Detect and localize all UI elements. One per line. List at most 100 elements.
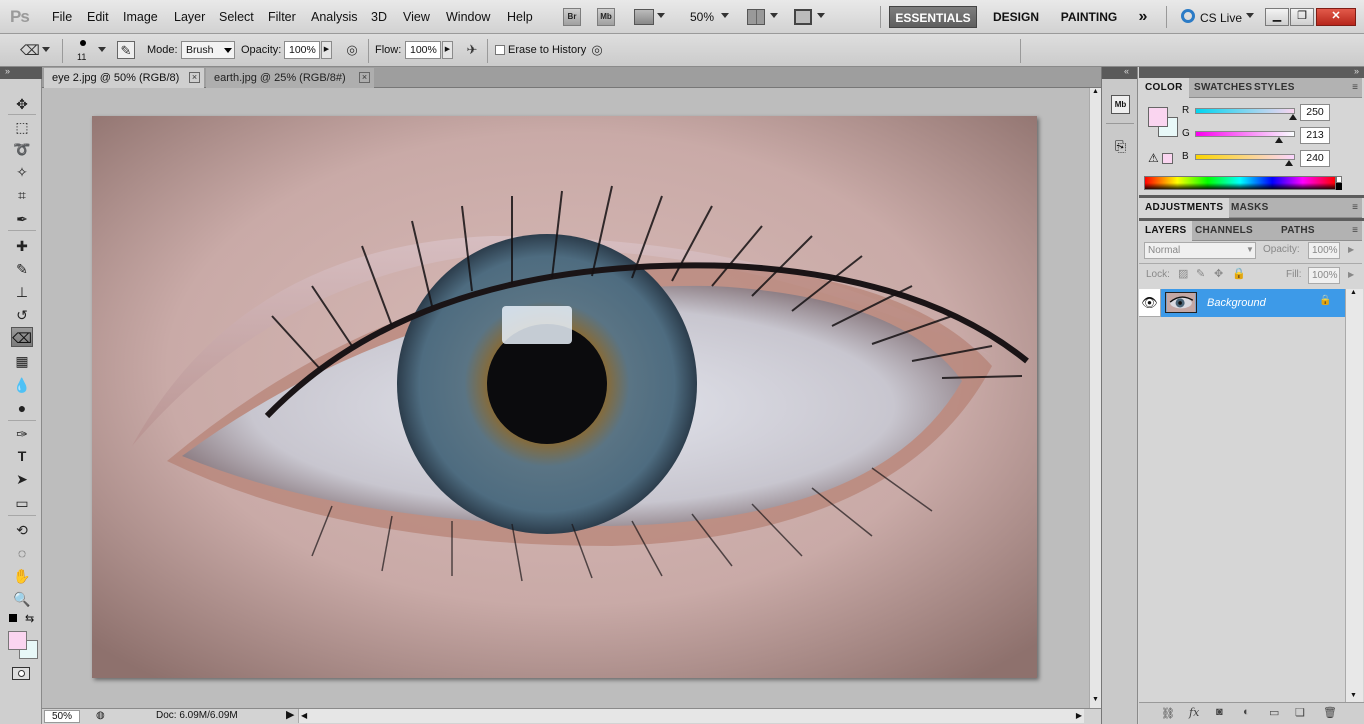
expand-panels-icon[interactable]: « xyxy=(1124,66,1129,76)
menu-layer[interactable]: Layer xyxy=(174,10,205,24)
workspace-painting-button[interactable]: PAINTING xyxy=(1054,6,1124,28)
foreground-color-swatch[interactable] xyxy=(8,631,27,650)
layer-name[interactable]: Background xyxy=(1207,297,1266,309)
menu-filter[interactable]: Filter xyxy=(268,10,296,24)
scroll-right-icon[interactable]: ▶ xyxy=(1076,709,1082,723)
channel-r-knob[interactable] xyxy=(1289,114,1297,120)
blend-mode-dropdown[interactable]: Normal xyxy=(1144,242,1256,259)
gradient-tool-icon[interactable]: ▦ xyxy=(11,351,33,371)
tab-paths[interactable]: PATHS xyxy=(1275,221,1321,241)
workspace-essentials-button[interactable]: ESSENTIALS xyxy=(889,6,977,28)
more-workspaces-icon[interactable]: » xyxy=(1132,6,1154,28)
collapse-icon[interactable]: » xyxy=(5,66,10,76)
close-icon[interactable]: × xyxy=(189,72,200,83)
move-tool-icon[interactable]: ✥ xyxy=(11,94,33,114)
chevron-down-icon[interactable] xyxy=(42,47,50,52)
dock-header[interactable]: « xyxy=(1102,67,1138,79)
workspace-design-button[interactable]: DESIGN xyxy=(984,6,1048,28)
airbrush-icon[interactable]: ✈ xyxy=(463,41,481,59)
flow-input[interactable]: 100% xyxy=(405,41,441,59)
horizontal-scrollbar[interactable]: ◀ ▶ xyxy=(298,709,1084,723)
brush-tool-icon[interactable]: ✎ xyxy=(11,259,33,279)
blur-tool-icon[interactable]: 💧 xyxy=(11,375,33,395)
panel-menu-icon[interactable]: ≡ xyxy=(1352,82,1358,93)
collapse-icon[interactable]: » xyxy=(1354,66,1359,76)
layer-style-icon[interactable]: fx xyxy=(1189,706,1199,719)
scroll-up-icon[interactable]: ▲ xyxy=(1350,289,1357,296)
menu-select[interactable]: Select xyxy=(219,10,254,24)
channel-b-knob[interactable] xyxy=(1285,160,1293,166)
3d-orbit-tool-icon[interactable]: ◌ xyxy=(11,543,33,563)
channel-g-knob[interactable] xyxy=(1275,137,1283,143)
channel-g-value[interactable]: 213 xyxy=(1300,127,1330,144)
eraser-tool-preset-icon[interactable]: ⌫ xyxy=(20,41,38,59)
scroll-left-icon[interactable]: ◀ xyxy=(301,709,307,723)
history-panel-icon[interactable]: ⎘ xyxy=(1111,137,1130,156)
zoom-tool-icon[interactable]: 🔍 xyxy=(11,589,33,609)
close-icon[interactable]: ✕ xyxy=(1316,8,1356,26)
tab-adjustments[interactable]: ADJUSTMENTS xyxy=(1139,198,1229,218)
default-colors-icon[interactable] xyxy=(9,614,17,622)
tablet-pressure-opacity-icon[interactable]: ◎ xyxy=(343,41,361,59)
white-swatch[interactable] xyxy=(1336,176,1342,183)
status-options-icon[interactable]: ◍ xyxy=(96,709,105,723)
hand-tool-icon[interactable]: ✋ xyxy=(11,566,33,586)
extras-icon[interactable] xyxy=(634,9,654,25)
3d-rotate-tool-icon[interactable]: ⟲ xyxy=(11,520,33,540)
fill-input[interactable]: 100% xyxy=(1308,267,1340,284)
tab-masks[interactable]: MASKS xyxy=(1225,198,1275,218)
out-of-gamut-warning-icon[interactable]: ⚠ xyxy=(1148,151,1159,165)
swap-colors-icon[interactable]: ⇆ xyxy=(25,612,34,625)
delete-layer-icon[interactable]: 🗑 xyxy=(1323,706,1337,719)
black-swatch[interactable] xyxy=(1336,183,1342,190)
clone-stamp-tool-icon[interactable]: ⊥ xyxy=(11,282,33,302)
menu-help[interactable]: Help xyxy=(507,10,533,24)
vertical-scrollbar[interactable]: ▲ ▼ xyxy=(1089,88,1101,708)
lock-image-icon[interactable]: ✎ xyxy=(1196,267,1205,280)
screen-mode-icon[interactable] xyxy=(794,9,812,25)
tab-color[interactable]: COLOR xyxy=(1139,78,1189,98)
eye-image[interactable] xyxy=(92,116,1037,678)
panel-group-header[interactable]: » xyxy=(1139,67,1364,78)
lock-all-icon[interactable]: 🔒 xyxy=(1232,267,1246,280)
lasso-tool-icon[interactable]: ➰ xyxy=(11,139,33,159)
menu-3d[interactable]: 3D xyxy=(371,10,387,24)
opacity-slider-toggle-icon[interactable]: ▶ xyxy=(1348,245,1354,254)
tab-styles[interactable]: STYLES xyxy=(1248,78,1301,98)
layers-scrollbar[interactable]: ▲ ▼ xyxy=(1345,289,1363,702)
bridge-button[interactable]: Br xyxy=(563,8,581,26)
cs-live-menu[interactable]: CS Live xyxy=(1200,11,1242,25)
brush-tip-icon[interactable] xyxy=(80,40,86,46)
channel-b-slider[interactable] xyxy=(1195,154,1295,160)
quick-selection-tool-icon[interactable]: ✧ xyxy=(11,162,33,182)
add-mask-icon[interactable]: ◙ xyxy=(1216,706,1223,718)
quick-mask-icon[interactable] xyxy=(12,667,30,680)
restore-icon[interactable]: ❐ xyxy=(1290,8,1314,26)
tab-layers[interactable]: LAYERS xyxy=(1139,221,1192,241)
fill-slider-toggle-icon[interactable]: ▶ xyxy=(1348,270,1354,279)
layer-row-background[interactable]: 👁 Background 🔒 xyxy=(1139,289,1345,317)
arrange-documents-icon[interactable] xyxy=(747,9,765,25)
menu-image[interactable]: Image xyxy=(123,10,158,24)
opacity-slider-toggle-icon[interactable]: ▶ xyxy=(321,41,332,59)
visibility-eye-icon[interactable]: 👁 xyxy=(1139,289,1161,317)
minimize-icon[interactable]: ▁ xyxy=(1265,8,1289,26)
document-tab-eye[interactable]: eye 2.jpg @ 50% (RGB/8) × xyxy=(44,68,204,88)
scroll-up-icon[interactable]: ▲ xyxy=(1092,88,1099,95)
history-brush-tool-icon[interactable]: ↺ xyxy=(11,305,33,325)
channel-r-value[interactable]: 250 xyxy=(1300,104,1330,121)
color-foreground-swatch[interactable] xyxy=(1148,107,1168,127)
status-menu-icon[interactable]: ▶ xyxy=(286,708,294,722)
chevron-down-icon[interactable] xyxy=(721,13,729,18)
menu-window[interactable]: Window xyxy=(446,10,490,24)
status-zoom-input[interactable]: 50% xyxy=(44,710,80,723)
eyedropper-tool-icon[interactable]: ✒ xyxy=(11,209,33,229)
lock-position-icon[interactable]: ✥ xyxy=(1214,267,1223,280)
panel-menu-icon[interactable]: ≡ xyxy=(1352,202,1358,213)
cs-live-icon[interactable] xyxy=(1181,9,1195,23)
lock-transparent-icon[interactable]: ▨ xyxy=(1178,267,1188,280)
menu-view[interactable]: View xyxy=(403,10,430,24)
scroll-down-icon[interactable]: ▼ xyxy=(1092,696,1099,703)
minibridge-panel-icon[interactable]: Mb xyxy=(1111,95,1130,114)
tools-panel-header[interactable]: » xyxy=(0,67,42,79)
